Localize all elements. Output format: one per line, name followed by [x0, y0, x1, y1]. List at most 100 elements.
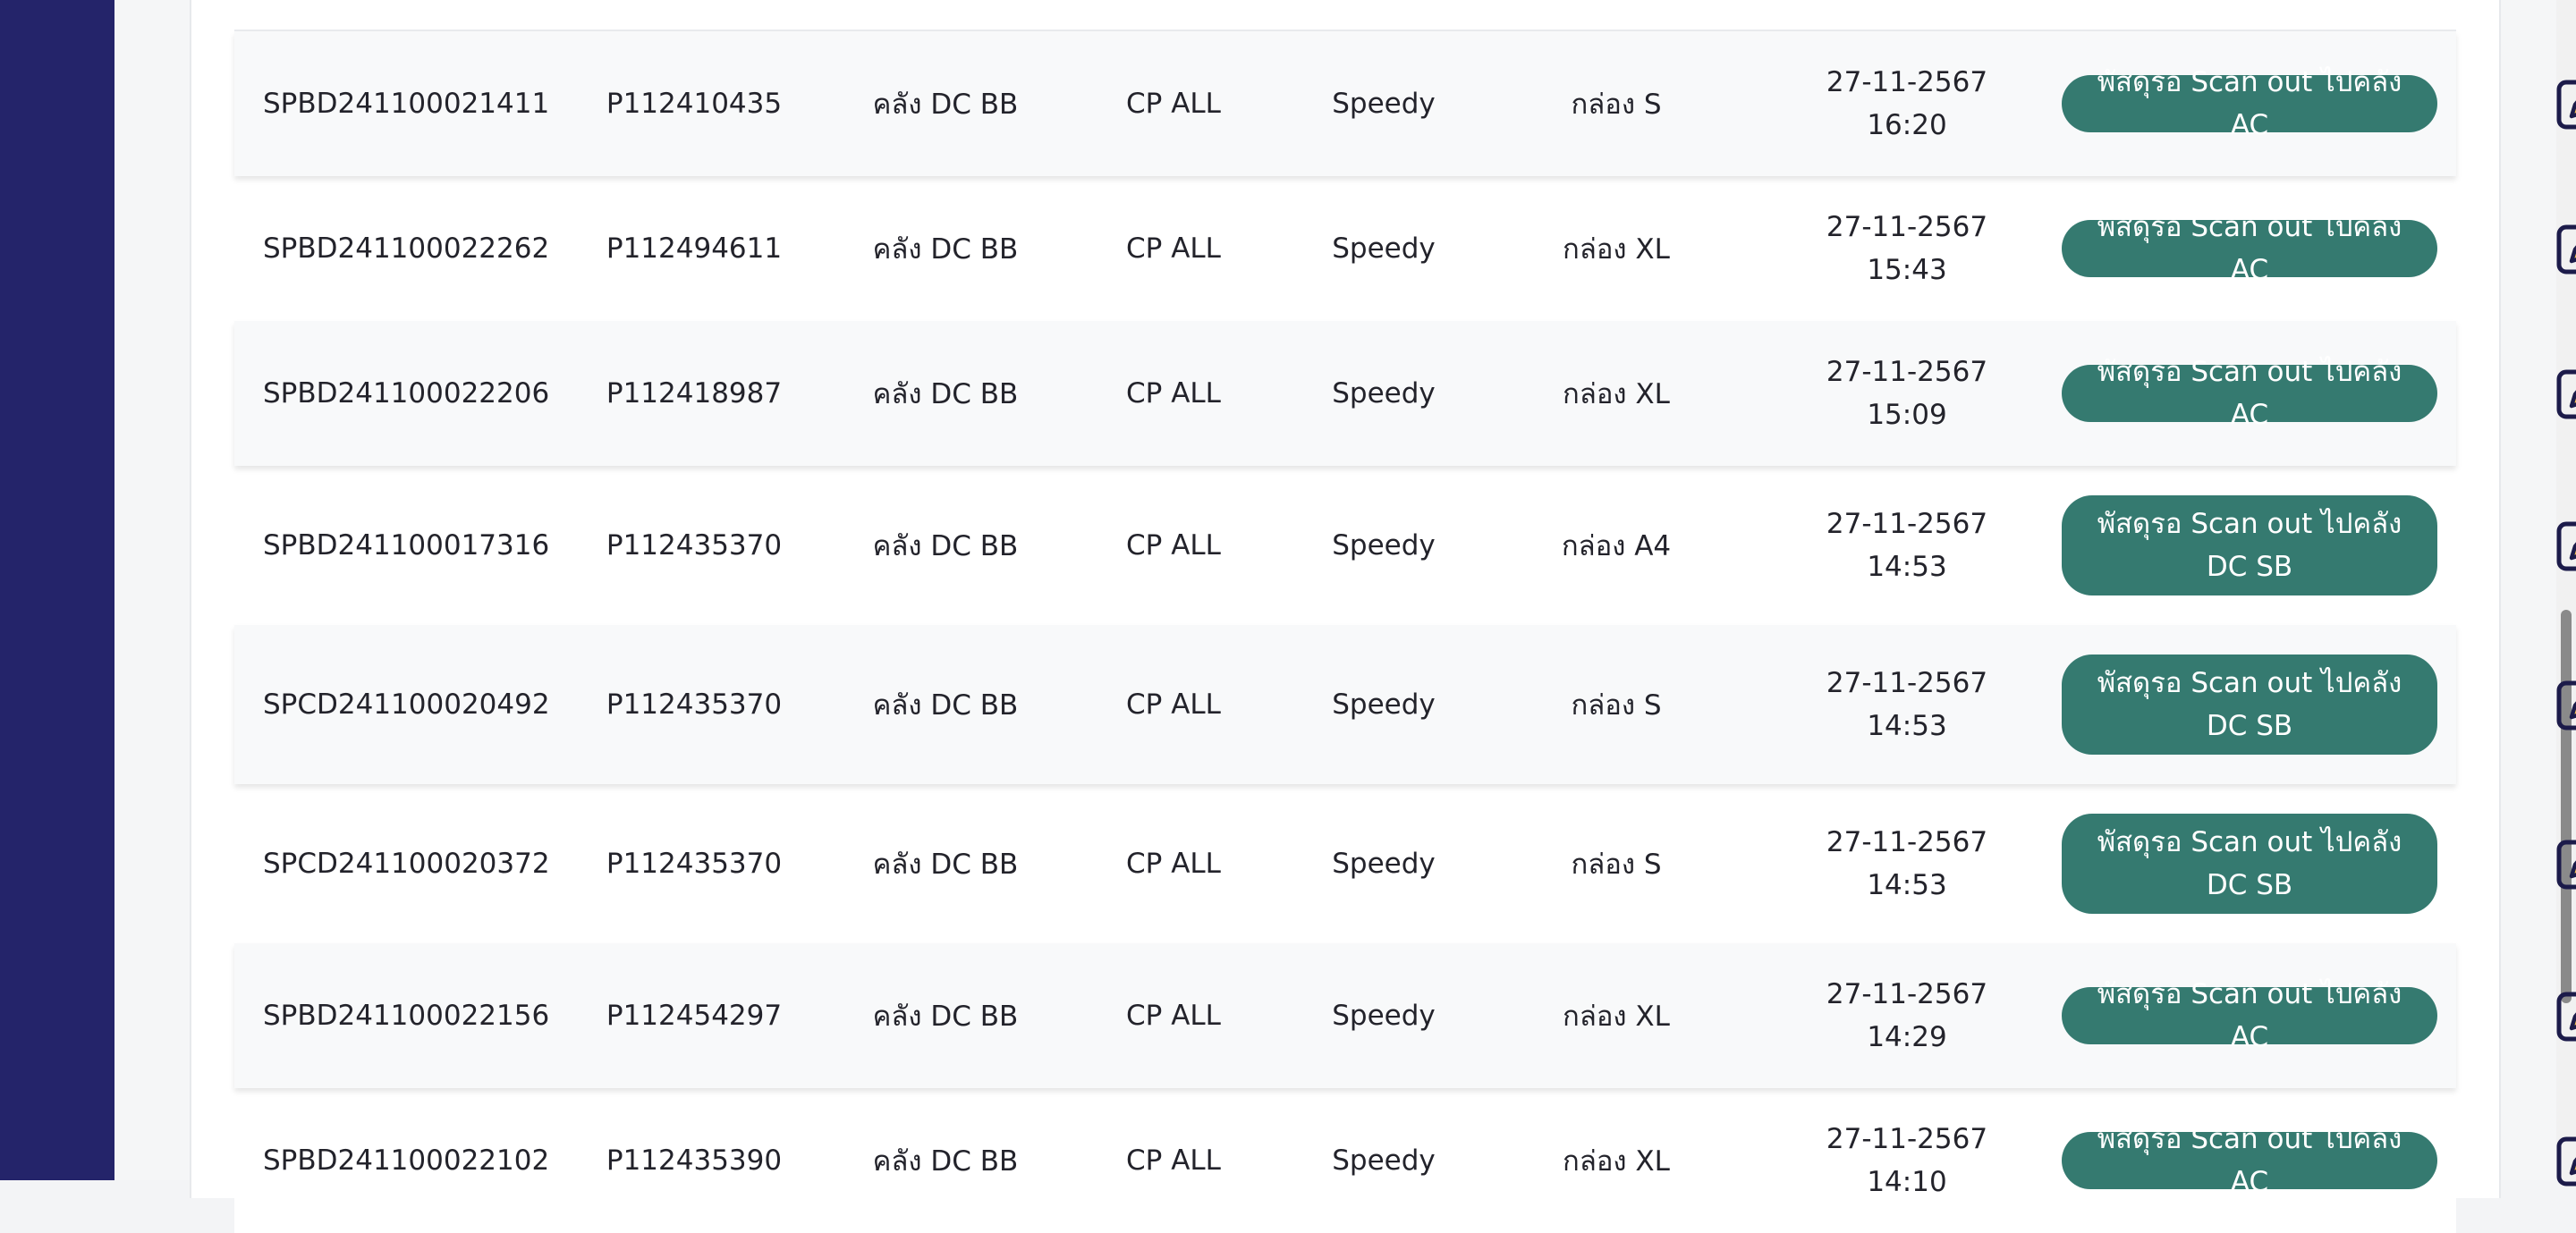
parcel-code: SPBD241100022102: [263, 1144, 550, 1177]
customer: CP ALL: [1126, 88, 1221, 120]
po-number: P112435370: [606, 848, 783, 880]
status-cell: พัสดุรอ Scan out ไปคลัง DC SB: [2048, 466, 2451, 625]
po-number: P112494611: [606, 232, 783, 265]
warehouse: คลัง DC BB: [872, 530, 1019, 562]
warehouse: คลัง DC BB: [872, 1001, 1019, 1033]
date: 27-11-2567: [1826, 826, 1988, 858]
carrier: Speedy: [1332, 688, 1436, 721]
box-size: กล่อง XL: [1563, 1001, 1670, 1033]
carrier: Speedy: [1332, 88, 1436, 120]
status-badge: พัสดุรอ Scan out ไปคลัง DC SB: [2062, 495, 2437, 595]
date: 27-11-2567: [1826, 1123, 1988, 1155]
table-row: SPBD241100022156 P112454297 คลัง DC BB C…: [234, 943, 2576, 1088]
status-cell: พัสดุรอ Scan out ไปคลัง DC SB: [2048, 784, 2451, 943]
edit-icon[interactable]: [2554, 75, 2576, 132]
datetime: 27-11-2567 14:53: [1728, 784, 2086, 943]
box-size: กล่อง S: [1571, 89, 1662, 121]
table-row: SPBD241100021411 P112410435 คลัง DC BB C…: [234, 31, 2576, 176]
edit-button[interactable]: [2524, 31, 2576, 176]
time: 14:53: [1867, 551, 1947, 583]
table-row: SPBD241100017316 P112435370 คลัง DC BB C…: [234, 466, 2576, 625]
edit-button[interactable]: [2524, 625, 2576, 784]
edit-icon[interactable]: [2554, 987, 2576, 1044]
carrier: Speedy: [1332, 848, 1436, 880]
datetime: 27-11-2567 14:10: [1728, 1088, 2086, 1233]
edit-icon[interactable]: [2554, 1132, 2576, 1189]
po-number: P112410435: [606, 88, 783, 120]
warehouse: คลัง DC BB: [872, 89, 1019, 121]
customer: CP ALL: [1126, 232, 1221, 265]
table-row: SPBD241100022206 P112418987 คลัง DC BB C…: [234, 321, 2576, 466]
status-badge: พัสดุรอ Scan out ไปคลัง DC SB: [2062, 655, 2437, 755]
parcel-code: SPBD241100017316: [263, 529, 550, 562]
box-size: กล่อง S: [1571, 689, 1662, 722]
status-badge: พัสดุรอ Scan out ไปคลัง AC: [2062, 66, 2437, 141]
table-row: SPCD241100020372 P112435370 คลัง DC BB C…: [234, 784, 2576, 943]
edit-button[interactable]: [2524, 943, 2576, 1088]
time: 15:43: [1867, 254, 1947, 286]
carrier: Speedy: [1332, 1000, 1436, 1032]
po-number: P112435370: [606, 529, 783, 562]
parcel-code: SPBD241100022206: [263, 377, 550, 410]
edit-icon[interactable]: [2554, 220, 2576, 277]
edit-icon[interactable]: [2554, 835, 2576, 892]
edit-icon[interactable]: [2554, 365, 2576, 422]
edit-button[interactable]: [2524, 784, 2576, 943]
datetime: 27-11-2567 16:20: [1728, 31, 2086, 176]
customer: CP ALL: [1126, 529, 1221, 562]
customer: CP ALL: [1126, 688, 1221, 721]
box-size: กล่อง XL: [1563, 233, 1670, 266]
datetime: 27-11-2567 15:09: [1728, 321, 2086, 466]
customer: CP ALL: [1126, 848, 1221, 880]
edit-icon[interactable]: [2554, 676, 2576, 733]
parcel-code: SPBD241100021411: [263, 88, 550, 120]
edit-button[interactable]: [2524, 321, 2576, 466]
parcel-table: SPBD241100021411 P112410435 คลัง DC BB C…: [234, 31, 2576, 1233]
time: 14:53: [1867, 710, 1947, 742]
po-number: P112435390: [606, 1144, 783, 1177]
edit-button[interactable]: [2524, 466, 2576, 625]
parcel-code: SPBD241100022262: [263, 232, 550, 265]
status-cell: พัสดุรอ Scan out ไปคลัง AC: [2048, 31, 2451, 176]
status-cell: พัสดุรอ Scan out ไปคลัง AC: [2048, 943, 2451, 1088]
date: 27-11-2567: [1826, 356, 1988, 388]
warehouse: คลัง DC BB: [872, 1145, 1019, 1178]
box-size: กล่อง A4: [1561, 530, 1672, 562]
time: 14:29: [1867, 1021, 1947, 1053]
edit-button[interactable]: [2524, 176, 2576, 321]
time: 14:10: [1867, 1166, 1947, 1198]
sidebar: [0, 0, 114, 1180]
customer: CP ALL: [1126, 1144, 1221, 1177]
warehouse: คลัง DC BB: [872, 689, 1019, 722]
status-cell: พัสดุรอ Scan out ไปคลัง AC: [2048, 176, 2451, 321]
time: 16:20: [1867, 109, 1947, 141]
warehouse: คลัง DC BB: [872, 849, 1019, 881]
box-size: กล่อง XL: [1563, 378, 1670, 410]
warehouse: คลัง DC BB: [872, 233, 1019, 266]
status-cell: พัสดุรอ Scan out ไปคลัง AC: [2048, 321, 2451, 466]
status-badge: พัสดุรอ Scan out ไปคลัง AC: [2062, 211, 2437, 286]
table-row: SPCD241100020492 P112435370 คลัง DC BB C…: [234, 625, 2576, 784]
status-cell: พัสดุรอ Scan out ไปคลัง DC SB: [2048, 625, 2451, 784]
date: 27-11-2567: [1826, 978, 1988, 1010]
edit-icon[interactable]: [2554, 517, 2576, 574]
status-cell: พัสดุรอ Scan out ไปคลัง AC: [2048, 1088, 2451, 1233]
carrier: Speedy: [1332, 377, 1436, 410]
time: 14:53: [1867, 869, 1947, 901]
warehouse: คลัง DC BB: [872, 378, 1019, 410]
po-number: P112418987: [606, 377, 783, 410]
table-row: SPBD241100022262 P112494611 คลัง DC BB C…: [234, 176, 2576, 321]
parcel-code: SPCD241100020372: [263, 848, 550, 880]
table-row: SPBD241100022102 P112435390 คลัง DC BB C…: [234, 1088, 2576, 1233]
po-number: P112435370: [606, 688, 783, 721]
po-number: P112454297: [606, 1000, 783, 1032]
carrier: Speedy: [1332, 529, 1436, 562]
carrier: Speedy: [1332, 232, 1436, 265]
carrier: Speedy: [1332, 1144, 1436, 1177]
edit-button[interactable]: [2524, 1088, 2576, 1233]
box-size: กล่อง XL: [1563, 1145, 1670, 1178]
parcel-code: SPCD241100020492: [263, 688, 550, 721]
parcel-code: SPBD241100022156: [263, 1000, 550, 1032]
datetime: 27-11-2567 15:43: [1728, 176, 2086, 321]
box-size: กล่อง S: [1571, 849, 1662, 881]
